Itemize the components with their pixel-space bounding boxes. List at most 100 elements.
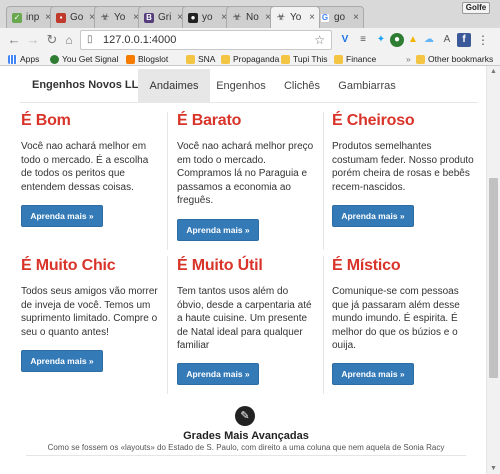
bootstrap-icon: B (144, 12, 154, 23)
bookmarks-bar: Apps You Get Signal Blogslot SNA Propaga… (0, 52, 500, 66)
folder-icon (416, 54, 425, 64)
sunglasses-icon: ● (188, 12, 198, 23)
scrollbar-thumb[interactable] (489, 178, 498, 378)
nav-item-cliches[interactable]: Clichês (274, 69, 330, 103)
tab-strip: ✓ inp × ▪ Go × ☣ Yo × B Gri × ● yo × ☣ No × ☣ Yo × Ggo… (6, 6, 364, 28)
feature-text: Comunique-se com pessoas que já passaram… (332, 286, 460, 351)
close-icon[interactable]: × (309, 12, 315, 23)
divider (26, 455, 466, 456)
browser-tab[interactable]: ☣ No × (226, 6, 276, 28)
folder-icon (186, 54, 195, 64)
feature-e-cheiroso: É Cheiroso Produtos semelhantes costumam… (332, 112, 474, 194)
feature-text: Todos seus amigos vão morrer de inveja d… (21, 286, 158, 338)
feature-title: É Barato (177, 112, 242, 129)
browser-tab[interactable]: ☣ Yo × (94, 6, 144, 28)
extension-v-icon[interactable]: V (338, 33, 352, 47)
feature-text: Produtos semelhantes costumam feder. Nos… (332, 141, 474, 193)
extension-globe-icon[interactable]: ● (390, 33, 404, 47)
nav-item-engenhos[interactable]: Engenhos (210, 69, 272, 103)
feature-title: É Cheiroso (332, 112, 415, 129)
bookmark-apps[interactable]: Apps (8, 54, 39, 64)
scroll-down-icon[interactable]: ▼ (490, 465, 497, 472)
bookmark-sna[interactable]: SNA (186, 54, 215, 64)
url-text: 127.0.0.1:4000 (103, 34, 177, 46)
bookmark-you-get-signal[interactable]: You Get Signal (50, 54, 118, 64)
site-brand[interactable]: Engenhos Novos LLC (32, 79, 146, 91)
bookmark-overflow[interactable]: » (406, 54, 411, 64)
folder-icon (334, 54, 343, 64)
bookmark-propaganda[interactable]: Propaganda (221, 54, 279, 64)
folder-icon (221, 54, 230, 64)
feature-text: Você nao achará melhor em todo o mercado… (21, 141, 149, 193)
star-icon[interactable]: ☆ (314, 33, 325, 47)
browser-tab-active[interactable]: ☣ Yo × (270, 6, 320, 28)
home-icon[interactable]: ⌂ (61, 32, 77, 48)
biohazard-icon: ☣ (232, 12, 242, 23)
section-subtitle: Como se fossem os «layouts» do Estado de… (47, 443, 445, 452)
nav-item-andaimes[interactable]: Andaimes (138, 69, 210, 103)
page-viewport: Engenhos Novos LLC Andaimes Engenhos Cli… (6, 66, 486, 474)
learn-more-button[interactable]: Aprenda mais » (21, 350, 103, 372)
menu-dots-icon[interactable]: ⋮ (476, 33, 490, 47)
google-icon: G (320, 12, 330, 23)
column-divider (167, 112, 168, 250)
extension-drive-icon[interactable]: ▲ (406, 33, 420, 47)
twitter-icon[interactable]: ✦ (374, 33, 388, 47)
bookmark-tupi-this[interactable]: Tupi This (281, 54, 328, 64)
extension-cloud-icon[interactable]: ☁ (422, 33, 436, 47)
vertical-scrollbar[interactable]: ▲ ▼ (486, 66, 500, 474)
rainbow-icon: ✓ (12, 12, 22, 23)
feature-text: Você nao achará melhor preço em todo o m… (177, 141, 314, 206)
folder-icon (281, 54, 290, 64)
reload-icon[interactable]: ↻ (44, 32, 60, 48)
column-divider (323, 256, 324, 394)
close-icon[interactable]: × (353, 12, 359, 23)
forward-arrow-icon[interactable]: → (25, 32, 41, 48)
learn-more-button[interactable]: Aprenda mais » (177, 363, 259, 385)
browser-tab[interactable]: B Gri × (138, 6, 188, 28)
page-icon: ▯ (87, 34, 93, 45)
profile-badge[interactable]: Golfe (462, 2, 490, 14)
bookmark-finance[interactable]: Finance (334, 54, 376, 64)
browser-tab[interactable]: ● yo × (182, 6, 232, 28)
blogger-icon (126, 54, 135, 64)
feature-e-muito-chic: É Muito Chic Todos seus amigos vão morre… (21, 257, 161, 339)
feature-title: É Muito Útil (177, 257, 263, 274)
bookmark-other[interactable]: Other bookmarks (416, 54, 493, 64)
column-divider (323, 112, 324, 250)
signal-icon (50, 54, 59, 64)
feature-e-barato: É Barato Você nao achará melhor preço em… (177, 112, 317, 208)
extension-menu-icon[interactable]: ≡ (356, 33, 370, 47)
browser-tab[interactable]: ✓ inp × (6, 6, 56, 28)
browser-tab[interactable]: Ggo × (314, 6, 364, 28)
browser-toolbar: ← → ↻ ⌂ ▯ 127.0.0.1:4000 ☆ V ≡ ✦ ● ▲ ☁ A… (0, 28, 500, 52)
learn-more-button[interactable]: Aprenda mais » (332, 205, 414, 227)
feature-text: Tem tantos usos além do óbvio, desde a c… (177, 286, 312, 351)
extension-font-icon[interactable]: A (440, 33, 454, 47)
biohazard-icon: ☣ (276, 12, 286, 23)
feature-e-bom: É Bom Você nao achará melhor em todo o m… (21, 112, 161, 194)
back-arrow-icon[interactable]: ← (6, 32, 22, 48)
browser-tab[interactable]: ▪ Go × (50, 6, 100, 28)
feature-title: É Muito Chic (21, 257, 116, 274)
feature-e-muito-util: É Muito Útil Tem tantos usos além do óbv… (177, 257, 317, 353)
image-icon: ▪ (56, 12, 66, 23)
facebook-icon[interactable]: f (457, 33, 471, 47)
section-title: Grades Mais Avançadas (183, 430, 309, 442)
address-bar[interactable]: ▯ 127.0.0.1:4000 ☆ (80, 30, 332, 50)
biohazard-icon: ☣ (100, 12, 110, 23)
scroll-up-icon[interactable]: ▲ (490, 68, 497, 75)
learn-more-button[interactable]: Aprenda mais » (177, 219, 259, 241)
nav-item-gambiarras[interactable]: Gambiarras (332, 69, 402, 103)
bookmark-blogslot[interactable]: Blogslot (126, 54, 168, 64)
apps-grid-icon (8, 54, 17, 64)
column-divider (167, 256, 168, 394)
site-navbar: Engenhos Novos LLC Andaimes Engenhos Cli… (20, 69, 478, 103)
feature-title: É Místico (332, 257, 401, 274)
learn-more-button[interactable]: Aprenda mais » (332, 363, 414, 385)
pencil-icon: ✎ (235, 406, 255, 426)
feature-e-mistico: É Místico Comunique-se com pessoas que j… (332, 257, 474, 353)
browser-titlebar: ✓ inp × ▪ Go × ☣ Yo × B Gri × ● yo × ☣ No × ☣ Yo × Ggo… (0, 0, 500, 28)
learn-more-button[interactable]: Aprenda mais » (21, 205, 103, 227)
feature-title: É Bom (21, 112, 71, 129)
